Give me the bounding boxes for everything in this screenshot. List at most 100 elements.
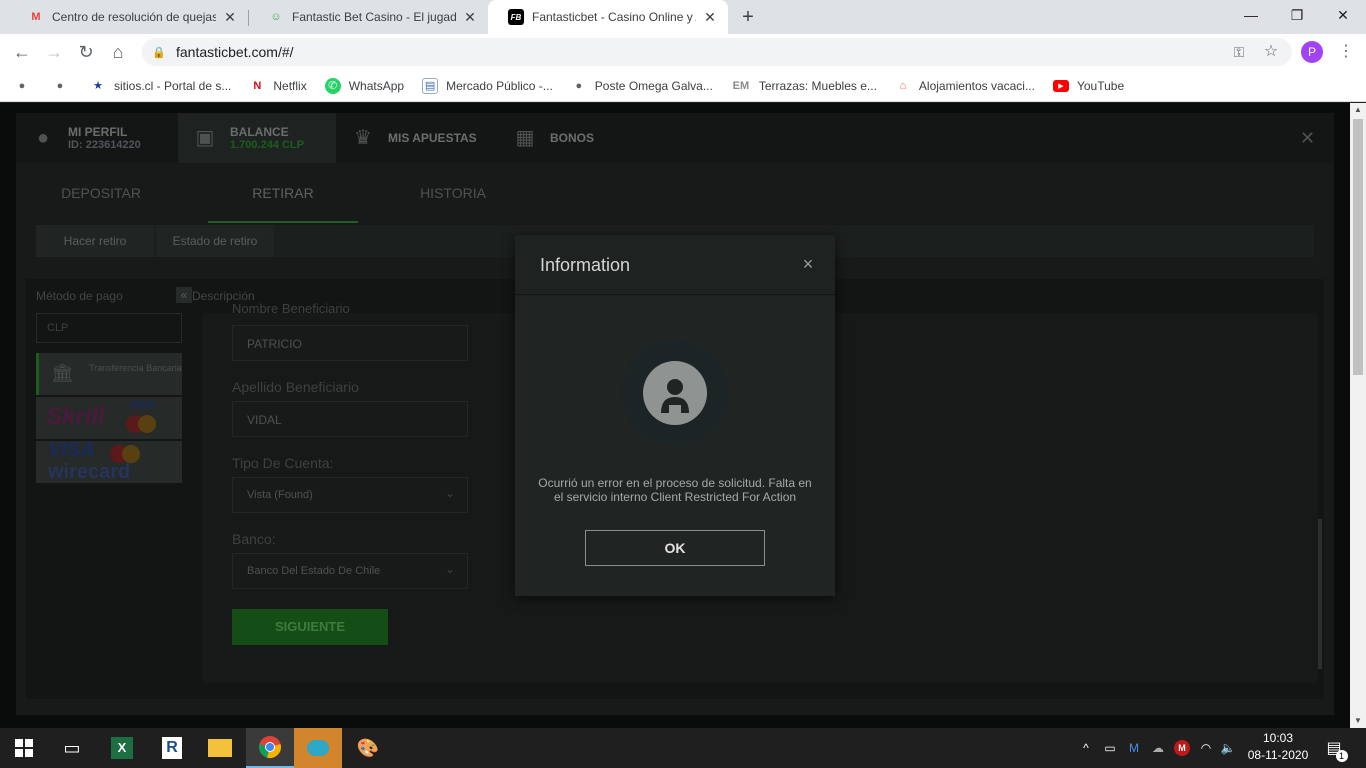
- minimize-button[interactable]: —: [1228, 0, 1274, 30]
- account-type-value: Vista (Found): [247, 489, 313, 501]
- bonus-label: BONOS: [550, 131, 595, 145]
- reload-icon[interactable]: ↻: [74, 40, 98, 64]
- bookmark-poste-omega[interactable]: ● Poste Omega Galva...: [571, 78, 712, 94]
- taskbar-clock[interactable]: 10:03 08-11-2020: [1238, 730, 1318, 764]
- chevron-down-icon: ⌄: [444, 486, 455, 500]
- dialog-message: Ocurrió un error en el proceso de solici…: [538, 476, 812, 504]
- account-type-select[interactable]: Vista (Found) ⌄: [232, 477, 468, 513]
- bookmark-airbnb[interactable]: ⌂ Alojamientos vacaci...: [895, 78, 1035, 94]
- bookmark-globe[interactable]: ●: [14, 78, 38, 94]
- tab-history[interactable]: HISTORIA: [378, 173, 528, 223]
- excel-icon[interactable]: X: [98, 728, 146, 768]
- tray-device-icon[interactable]: ▭: [1100, 728, 1120, 768]
- bank-select[interactable]: Banco Del Estado De Chile ⌄: [232, 553, 468, 589]
- star-icon[interactable]: ☆: [1260, 40, 1282, 64]
- bookmark-netflix[interactable]: N Netflix: [249, 78, 306, 94]
- method-bank-transfer[interactable]: 🏛 Transferencia Bancaria: [36, 353, 182, 395]
- fb-logo-icon: FB: [508, 9, 524, 25]
- bookmark-mercado-publico[interactable]: ▤ Mercado Público -...: [422, 77, 553, 94]
- icon-halo: [621, 339, 729, 447]
- next-button[interactable]: SIGUIENTE: [232, 609, 388, 645]
- page-scrollbar[interactable]: ▲ ▼: [1350, 103, 1366, 728]
- ok-button[interactable]: OK: [585, 530, 765, 566]
- bookmark-sitios[interactable]: ★ sitios.cl - Portal de s...: [90, 78, 231, 94]
- scroll-down-icon[interactable]: ▼: [1350, 714, 1366, 728]
- visa-logo: VISA: [130, 399, 156, 411]
- casino-icon: ☺: [270, 11, 282, 23]
- vpn-app-icon[interactable]: [294, 728, 342, 768]
- profile-id: ID: 223614220: [68, 139, 141, 151]
- menu-icon[interactable]: ⋮: [1338, 40, 1354, 64]
- wifi-icon[interactable]: ◠: [1196, 728, 1216, 768]
- close-tab-icon[interactable]: ✕: [222, 9, 238, 26]
- bookmark-terrazas[interactable]: EM Terrazas: Muebles e...: [731, 78, 877, 94]
- key-icon[interactable]: ⚿: [1228, 40, 1250, 64]
- chrome-icon[interactable]: [246, 728, 294, 768]
- profile-avatar[interactable]: P: [1301, 41, 1323, 63]
- last-name-input[interactable]: VIDAL: [232, 401, 468, 437]
- forward-icon[interactable]: →: [42, 40, 66, 64]
- collapse-icon[interactable]: «: [176, 287, 192, 303]
- tab-title: Centro de resolución de quejas: F: [52, 10, 216, 24]
- new-tab-button[interactable]: +: [736, 6, 760, 28]
- browser-tab-fantasticbet[interactable]: FB Fantasticbet - Casino Online y Ap ✕: [488, 0, 728, 34]
- scroll-up-icon[interactable]: ▲: [1350, 103, 1366, 117]
- information-dialog: Information × Ocurrió un error en el pro…: [515, 235, 835, 596]
- tab-title: Fantasticbet - Casino Online y Ap: [532, 10, 696, 24]
- file-explorer-icon[interactable]: [196, 728, 244, 768]
- form-scrollbar[interactable]: [1318, 519, 1322, 669]
- maximize-button[interactable]: ❐: [1274, 0, 1320, 30]
- paint-icon[interactable]: 🎨: [344, 728, 392, 768]
- dialog-body: Ocurrió un error en el proceso de solici…: [515, 296, 835, 596]
- close-tab-icon[interactable]: ✕: [462, 9, 478, 26]
- currency-field[interactable]: CLP: [36, 313, 182, 343]
- r-app-icon[interactable]: R: [148, 728, 196, 768]
- back-icon[interactable]: ←: [10, 40, 34, 64]
- method-skrill[interactable]: Skrill VISA: [36, 397, 182, 439]
- method-wirecard[interactable]: VISA wirecard: [36, 441, 182, 483]
- close-dialog-icon[interactable]: ×: [797, 253, 819, 275]
- browser-tab-casino[interactable]: ☺ Fantastic Bet Casino - El jugador ✕: [248, 0, 488, 34]
- volume-icon[interactable]: 🔈: [1218, 728, 1238, 768]
- close-window-button[interactable]: ✕: [1320, 0, 1366, 30]
- panel-close-icon[interactable]: ✕: [1300, 128, 1315, 149]
- bookmark-label: YouTube: [1076, 78, 1125, 93]
- skrill-logo: Skrill: [46, 403, 105, 430]
- tab-strip: M Centro de resolución de quejas: F ✕ ☺ …: [0, 0, 1366, 34]
- bank-value: Banco Del Estado De Chile: [247, 565, 381, 577]
- bookmark-whatsapp[interactable]: ✆ WhatsApp: [324, 77, 404, 94]
- bookmark-globe[interactable]: ●: [52, 78, 76, 94]
- user-icon: ●: [36, 127, 50, 149]
- scroll-thumb[interactable]: [1353, 119, 1363, 375]
- tray-cloud-icon[interactable]: ☁: [1148, 728, 1168, 768]
- bookmarks-bar: ● ● ★ sitios.cl - Portal de s... N Netflix…: [0, 70, 1366, 102]
- task-view-icon[interactable]: ▭: [48, 728, 96, 768]
- bookmark-youtube[interactable]: ▶ YouTube: [1052, 78, 1125, 93]
- nav-my-profile[interactable]: ● MI PERFIL ID: 223614220: [16, 113, 178, 163]
- nav-balance[interactable]: ▣ BALANCE 1.700.244 CLP: [178, 113, 336, 163]
- start-icon[interactable]: [0, 728, 48, 768]
- close-tab-icon[interactable]: ✕: [702, 9, 718, 26]
- tray-malwarebytes-icon[interactable]: M: [1124, 728, 1144, 768]
- bookmark-label: Terrazas: Muebles e...: [758, 78, 877, 93]
- browser-tab-gmail[interactable]: M Centro de resolución de quejas: F ✕: [8, 0, 248, 34]
- browser-toolbar: ← → ↻ ⌂ 🔒 fantasticbet.com/#/ ⚿ ☆ P ⋮: [0, 34, 1366, 70]
- tab-deposit[interactable]: DEPOSITAR: [26, 173, 176, 223]
- tray-mcafee-icon[interactable]: M: [1172, 728, 1192, 768]
- home-icon[interactable]: ⌂: [106, 40, 130, 64]
- tab-withdrawal-status[interactable]: Estado de retiro: [156, 225, 274, 257]
- gift-icon: ▦: [515, 127, 535, 149]
- nav-my-bets[interactable]: ♛ MIS APUESTAS: [336, 113, 498, 163]
- windows-taskbar: ▭ X R 🎨 ^ ▭ M ☁ M ◠ 🔈 10:03 08-11-2020 ▤…: [0, 728, 1366, 768]
- nav-bonus[interactable]: ▦ BONOS: [498, 113, 660, 163]
- tab-withdraw[interactable]: RETIRAR: [208, 173, 358, 223]
- first-name-input[interactable]: PATRICIO: [232, 325, 468, 361]
- mastercard-icon: [138, 415, 156, 433]
- show-hidden-icons[interactable]: ^: [1078, 728, 1094, 768]
- notification-count: 1: [1335, 750, 1348, 762]
- tab-make-withdrawal[interactable]: Hacer retiro: [36, 225, 154, 257]
- address-bar[interactable]: 🔒 fantasticbet.com/#/: [142, 38, 1292, 66]
- bookmark-label: sitios.cl - Portal de s...: [114, 78, 232, 93]
- notification-icon[interactable]: ▤ 1: [1322, 728, 1348, 768]
- globe-icon: ●: [575, 79, 583, 92]
